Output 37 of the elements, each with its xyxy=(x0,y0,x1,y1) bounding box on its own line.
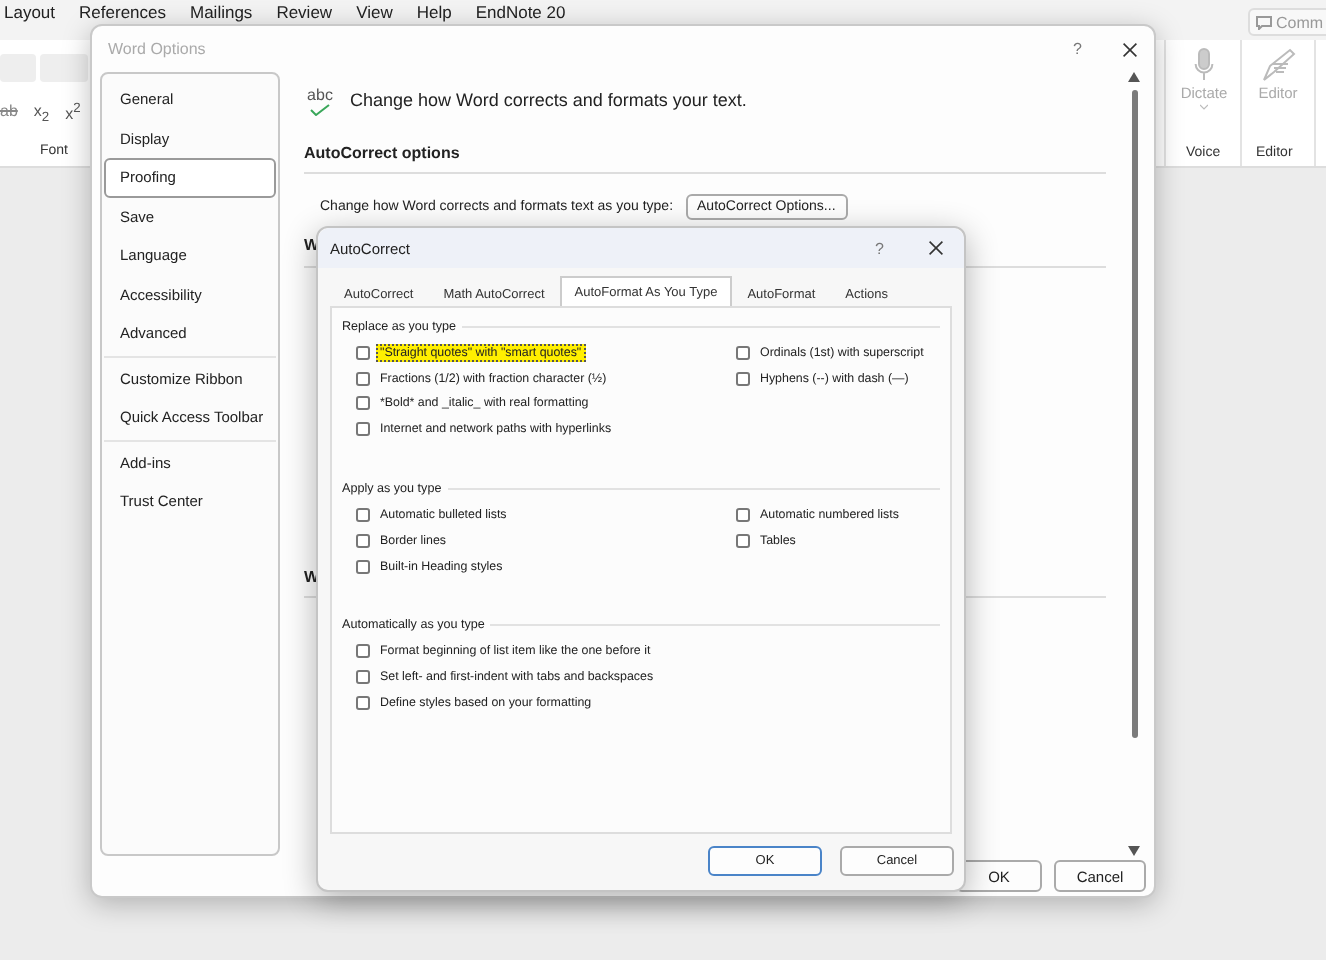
checkbox[interactable] xyxy=(356,696,370,711)
strikethrough-button[interactable]: ab xyxy=(0,102,18,126)
ribbon-tab[interactable]: Layout xyxy=(4,0,56,26)
help-button[interactable]: ? xyxy=(1073,40,1082,58)
scrollbar-thumb[interactable] xyxy=(1131,90,1137,738)
ribbon-tab[interactable]: View xyxy=(356,0,393,26)
section-title: AutoCorrect options xyxy=(304,142,462,166)
page-heading: Change how Word corrects and formats your text. xyxy=(350,90,747,110)
checkbox[interactable] xyxy=(356,533,370,548)
scroll-up-icon[interactable] xyxy=(1128,72,1140,82)
checkbox[interactable] xyxy=(736,533,750,548)
scroll-down-icon[interactable] xyxy=(1128,846,1140,856)
ribbon-tab[interactable]: Help xyxy=(416,0,452,26)
icon-label: abc xyxy=(307,85,333,103)
checkbox[interactable] xyxy=(736,371,750,386)
checkbox[interactable] xyxy=(356,371,370,386)
checkbox[interactable] xyxy=(356,644,370,659)
checkbox[interactable] xyxy=(356,670,370,685)
ribbon-tab[interactable]: Mailings xyxy=(190,0,253,26)
ribbon-tab[interactable]: EndNote 20 xyxy=(475,0,566,26)
window-title: Word Options xyxy=(108,40,208,58)
close-icon[interactable] xyxy=(1122,41,1138,57)
ribbon-tab[interactable]: Review xyxy=(276,0,333,26)
comment-icon xyxy=(1256,15,1272,29)
superscript-button[interactable]: x$^{2}$ xyxy=(65,102,81,126)
check-icon xyxy=(310,103,330,115)
checkbox[interactable] xyxy=(356,396,370,411)
checkbox[interactable] xyxy=(736,345,750,360)
checkbox[interactable] xyxy=(356,508,370,523)
checkbox[interactable] xyxy=(356,559,370,574)
help-button[interactable]: ? xyxy=(875,239,884,257)
subscript-button[interactable]: x$_{2}$ xyxy=(33,102,50,126)
close-icon[interactable] xyxy=(928,240,944,256)
checkbox[interactable] xyxy=(736,508,750,523)
checkbox[interactable] xyxy=(356,422,370,437)
ribbon-tab[interactable]: References xyxy=(79,0,166,26)
checkbox[interactable] xyxy=(356,345,370,360)
